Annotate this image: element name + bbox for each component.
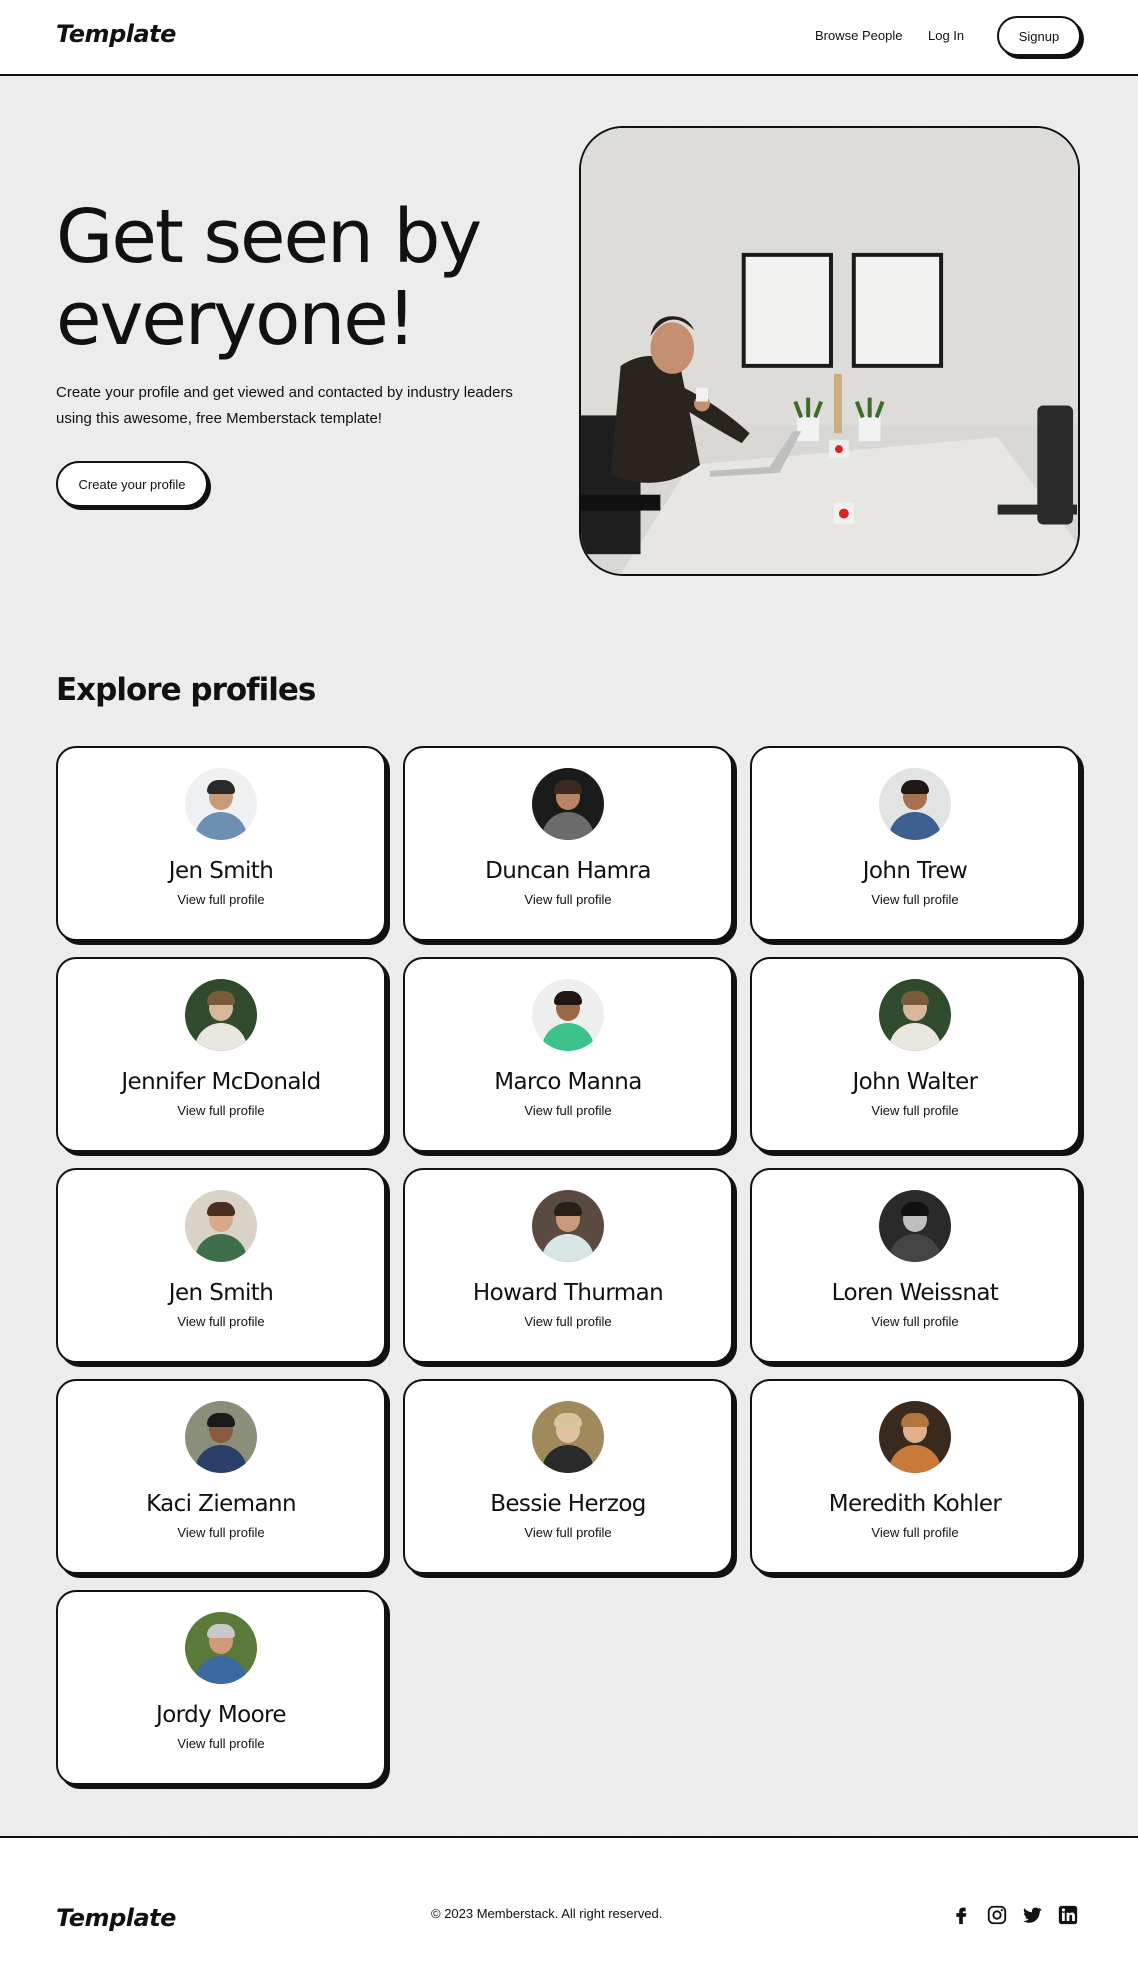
nav-browse-people[interactable]: Browse People bbox=[815, 28, 902, 43]
view-profile-link[interactable]: View full profile bbox=[871, 1103, 958, 1118]
profile-name: Howard Thurman bbox=[472, 1280, 664, 1306]
copyright-text: © 2023 Memberstack. All right reserved. bbox=[431, 1906, 663, 1921]
view-profile-link[interactable]: View full profile bbox=[177, 892, 264, 907]
view-profile-link[interactable]: View full profile bbox=[177, 1103, 264, 1118]
avatar bbox=[185, 979, 257, 1051]
avatar bbox=[532, 1401, 604, 1473]
avatar bbox=[185, 768, 257, 840]
view-profile-link[interactable]: View full profile bbox=[524, 892, 611, 907]
view-profile-link[interactable]: View full profile bbox=[871, 892, 958, 907]
site-header: Template Browse People Log In Signup bbox=[0, 0, 1138, 76]
profile-card[interactable]: Duncan Hamra View full profile bbox=[403, 746, 733, 941]
avatar bbox=[532, 1190, 604, 1262]
profile-card[interactable]: Jennifer McDonald View full profile bbox=[56, 957, 386, 1152]
nav-log-in[interactable]: Log In bbox=[928, 28, 964, 43]
hero-description: Create your profile and get viewed and c… bbox=[56, 384, 513, 427]
avatar bbox=[879, 1401, 951, 1473]
avatar bbox=[879, 768, 951, 840]
profile-name: Jordy Moore bbox=[156, 1702, 287, 1728]
view-profile-link[interactable]: View full profile bbox=[524, 1314, 611, 1329]
view-profile-link[interactable]: View full profile bbox=[177, 1736, 264, 1751]
avatar bbox=[879, 1190, 951, 1262]
profile-name: John Walter bbox=[852, 1069, 978, 1095]
profile-card[interactable]: John Trew View full profile bbox=[750, 746, 1080, 941]
hero-title: Get seen by everyone! bbox=[56, 194, 482, 362]
twitter-icon[interactable] bbox=[1021, 1904, 1043, 1926]
profile-card[interactable]: Loren Weissnat View full profile bbox=[750, 1168, 1080, 1363]
profile-card[interactable]: Howard Thurman View full profile bbox=[403, 1168, 733, 1363]
section-title: Explore profiles bbox=[56, 672, 316, 708]
profile-card[interactable]: John Walter View full profile bbox=[750, 957, 1080, 1152]
view-profile-link[interactable]: View full profile bbox=[871, 1314, 958, 1329]
profile-card[interactable]: Kaci Ziemann View full profile bbox=[56, 1379, 386, 1574]
avatar bbox=[185, 1190, 257, 1262]
view-profile-link[interactable]: View full profile bbox=[524, 1103, 611, 1118]
profile-name: Jen Smith bbox=[168, 858, 274, 884]
logo[interactable]: Template bbox=[56, 20, 176, 48]
profile-name: Duncan Hamra bbox=[485, 858, 651, 884]
profile-card[interactable]: Jordy Moore View full profile bbox=[56, 1590, 386, 1785]
linkedin-icon[interactable] bbox=[1057, 1904, 1079, 1926]
profile-name: Kaci Ziemann bbox=[146, 1491, 296, 1517]
signup-button[interactable]: Signup bbox=[997, 16, 1081, 56]
footer-logo[interactable]: Template bbox=[56, 1904, 176, 1932]
facebook-icon[interactable] bbox=[950, 1904, 972, 1926]
avatar bbox=[879, 979, 951, 1051]
profile-card[interactable]: Marco Manna View full profile bbox=[403, 957, 733, 1152]
profile-grid: Jen Smith View full profile Duncan Hamra Vi… bbox=[56, 746, 1082, 1785]
profile-card[interactable]: Jen Smith View full profile bbox=[56, 1168, 386, 1363]
profile-name: John Trew bbox=[862, 858, 968, 884]
profile-name: Marco Manna bbox=[494, 1069, 642, 1095]
profile-name: Jen Smith bbox=[168, 1280, 274, 1306]
profile-card[interactable]: Jen Smith View full profile bbox=[56, 746, 386, 941]
profile-card[interactable]: Bessie Herzog View full profile bbox=[403, 1379, 733, 1574]
create-profile-button[interactable]: Create your profile bbox=[56, 461, 208, 507]
profile-card[interactable]: Meredith Kohler View full profile bbox=[750, 1379, 1080, 1574]
view-profile-link[interactable]: View full profile bbox=[524, 1525, 611, 1540]
view-profile-link[interactable]: View full profile bbox=[871, 1525, 958, 1540]
profile-name: Loren Weissnat bbox=[831, 1280, 999, 1306]
profile-name: Meredith Kohler bbox=[828, 1491, 1002, 1517]
site-footer: Template © 2023 Memberstack. All right r… bbox=[0, 1836, 1138, 1968]
profile-name: Jennifer McDonald bbox=[121, 1069, 321, 1095]
view-profile-link[interactable]: View full profile bbox=[177, 1525, 264, 1540]
profile-name: Bessie Herzog bbox=[490, 1491, 646, 1517]
view-profile-link[interactable]: View full profile bbox=[177, 1314, 264, 1329]
avatar bbox=[532, 768, 604, 840]
avatar bbox=[532, 979, 604, 1051]
avatar bbox=[185, 1612, 257, 1684]
avatar bbox=[185, 1401, 257, 1473]
instagram-icon[interactable] bbox=[986, 1904, 1008, 1926]
hero-image bbox=[579, 126, 1080, 576]
